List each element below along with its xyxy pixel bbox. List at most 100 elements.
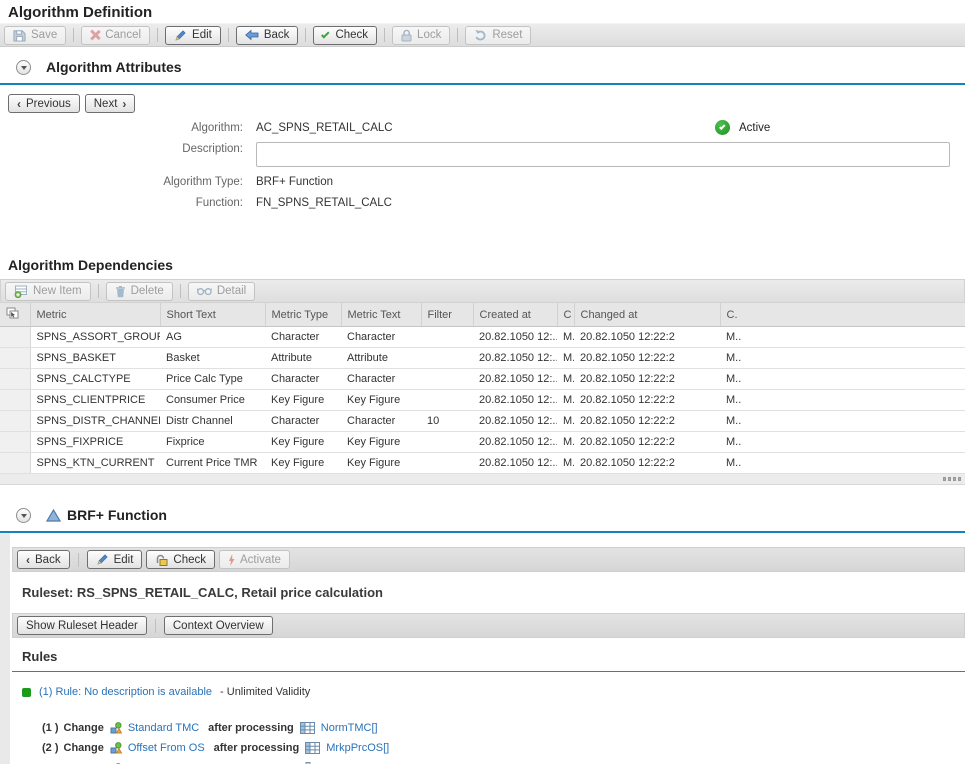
brf-function-header: BRF+ Function xyxy=(0,495,965,533)
column-header-c2[interactable]: C. xyxy=(720,303,965,327)
back-icon xyxy=(245,29,259,41)
toolbar-separator xyxy=(155,619,156,633)
check-icon xyxy=(321,30,329,38)
rule-step: (2 ) Change Offset From OS after process… xyxy=(42,742,965,754)
check-button[interactable]: Check xyxy=(313,26,377,45)
table-footer xyxy=(0,474,965,485)
table-row[interactable]: SPNS_BASKET Basket Attribute Attribute 2… xyxy=(0,348,965,369)
chevron-left-icon: ‹ xyxy=(26,553,30,567)
table-row[interactable]: SPNS_CLIENTPRICE Consumer Price Key Figu… xyxy=(0,390,965,411)
table-row[interactable]: SPNS_CALCTYPE Price Calc Type Character … xyxy=(0,369,965,390)
column-header-c[interactable]: C xyxy=(557,303,574,327)
toolbar-separator xyxy=(98,284,99,298)
delete-button[interactable]: Delete xyxy=(106,282,173,301)
edit-icon xyxy=(96,553,109,566)
column-header-changed-at[interactable]: Changed at xyxy=(574,303,720,327)
dependencies-toolbar: New Item Delete Detail xyxy=(0,279,965,303)
status-text: Active xyxy=(739,122,770,134)
toolbar-separator xyxy=(228,28,229,42)
algorithm-attributes-content: ‹ Previous Next › Algorithm: AC_SPNS_RET… xyxy=(0,85,965,235)
context-overview-button[interactable]: Context Overview xyxy=(164,616,273,635)
ruleset-title: Ruleset: RS_SPNS_RETAIL_CALC, Retail pri… xyxy=(22,585,965,600)
cancel-button[interactable]: Cancel xyxy=(81,26,150,45)
brf-back-button[interactable]: ‹ Back xyxy=(17,550,70,569)
algorithm-value: AC_SPNS_RETAIL_CALC xyxy=(256,121,393,134)
table-row[interactable]: SPNS_KTN_CURRENT Current Price TMR Key F… xyxy=(0,453,965,474)
rule-steps: (1 ) Change Standard TMC after processin… xyxy=(42,722,965,764)
brf-check-button[interactable]: Check xyxy=(146,550,215,569)
reset-icon xyxy=(474,29,487,41)
brf-triangle-icon xyxy=(46,509,61,522)
back-button[interactable]: Back xyxy=(236,26,299,45)
lock-button[interactable]: Lock xyxy=(392,26,450,45)
reset-button[interactable]: Reset xyxy=(465,26,531,45)
new-item-button[interactable]: New Item xyxy=(5,282,91,301)
algorithm-type-label: Algorithm Type: xyxy=(8,175,256,188)
algorithm-attributes-header: Algorithm Attributes xyxy=(0,47,965,85)
step-action: Change xyxy=(64,742,104,754)
column-header-short-text[interactable]: Short Text xyxy=(160,303,265,327)
column-header-filter[interactable]: Filter xyxy=(421,303,473,327)
rule-status-icon xyxy=(22,688,31,697)
rule-link[interactable]: (1) Rule: No description is available xyxy=(39,686,212,698)
description-input[interactable] xyxy=(256,142,950,167)
step-target-link[interactable]: Standard TMC xyxy=(128,722,199,734)
table-row[interactable]: SPNS_ASSORT_GROUP AG Character Character… xyxy=(0,327,965,348)
ruleset-button-row: Show Ruleset Header Context Overview xyxy=(12,613,965,638)
data-object-icon xyxy=(110,722,122,734)
function-value: FN_SPNS_RETAIL_CALC xyxy=(256,196,392,209)
table-row[interactable]: SPNS_FIXPRICE Fixprice Key Figure Key Fi… xyxy=(0,432,965,453)
brf-edit-button[interactable]: Edit xyxy=(87,550,143,569)
detail-button[interactable]: Detail xyxy=(188,282,255,301)
activate-icon xyxy=(228,554,235,566)
previous-button[interactable]: ‹ Previous xyxy=(8,94,80,113)
step-target-link[interactable]: Offset From OS xyxy=(128,742,205,754)
dependencies-title: Algorithm Dependencies xyxy=(8,257,965,273)
save-button[interactable]: Save xyxy=(4,26,66,45)
main-toolbar: Save Cancel Edit Back Check Lock Reset xyxy=(0,23,965,47)
section-brf-function: BRF+ Function ‹ Back Edit Check Activate… xyxy=(0,495,965,764)
show-ruleset-header-button[interactable]: Show Ruleset Header xyxy=(17,616,147,635)
chevron-left-icon: ‹ xyxy=(17,97,21,111)
section-title: Algorithm Attributes xyxy=(46,59,182,75)
brf-activate-button[interactable]: Activate xyxy=(219,550,290,569)
new-item-icon xyxy=(14,285,28,298)
collapse-icon[interactable] xyxy=(16,508,31,523)
rule-step: (1 ) Change Standard TMC after processin… xyxy=(42,722,965,734)
toolbar-separator xyxy=(384,28,385,42)
column-header-created-at[interactable]: Created at xyxy=(473,303,557,327)
active-icon xyxy=(715,120,730,135)
save-icon xyxy=(13,29,26,42)
select-all-cell[interactable] xyxy=(0,303,30,327)
rule-validity-text: - Unlimited Validity xyxy=(220,686,310,698)
step-number: (2 ) xyxy=(42,742,59,754)
resize-grip-icon[interactable] xyxy=(943,477,961,481)
toolbar-separator xyxy=(457,28,458,42)
step-processor-link[interactable]: NormTMC[] xyxy=(321,722,378,734)
status-badge: Active xyxy=(715,120,770,135)
rule-status-line: (1) Rule: No description is available - … xyxy=(22,686,965,698)
dependencies-table: Metric Short Text Metric Type Metric Tex… xyxy=(0,303,965,474)
edit-button[interactable]: Edit xyxy=(165,26,221,45)
toolbar-separator xyxy=(78,553,79,567)
collapse-icon[interactable] xyxy=(16,60,31,75)
column-header-metric[interactable]: Metric xyxy=(30,303,160,327)
column-header-metric-text[interactable]: Metric Text xyxy=(341,303,421,327)
step-processor-link[interactable]: MrkpPrcOS[] xyxy=(326,742,389,754)
decision-table-icon xyxy=(305,742,320,754)
page-title: Algorithm Definition xyxy=(8,4,957,21)
detail-icon xyxy=(197,286,212,296)
function-label: Function: xyxy=(8,196,256,209)
toolbar-separator xyxy=(157,28,158,42)
data-object-icon xyxy=(110,742,122,754)
algorithm-type-field-row: Algorithm Type: BRF+ Function xyxy=(8,175,965,188)
table-row[interactable]: SPNS_DISTR_CHANNEL Distr Channel Charact… xyxy=(0,411,965,432)
next-button[interactable]: Next › xyxy=(85,94,136,113)
cancel-icon xyxy=(90,30,100,40)
toolbar-separator xyxy=(73,28,74,42)
algorithm-type-value: BRF+ Function xyxy=(256,175,333,188)
select-all-icon xyxy=(6,307,19,319)
algorithm-label: Algorithm: xyxy=(8,121,256,134)
delete-icon xyxy=(115,285,126,298)
column-header-metric-type[interactable]: Metric Type xyxy=(265,303,341,327)
